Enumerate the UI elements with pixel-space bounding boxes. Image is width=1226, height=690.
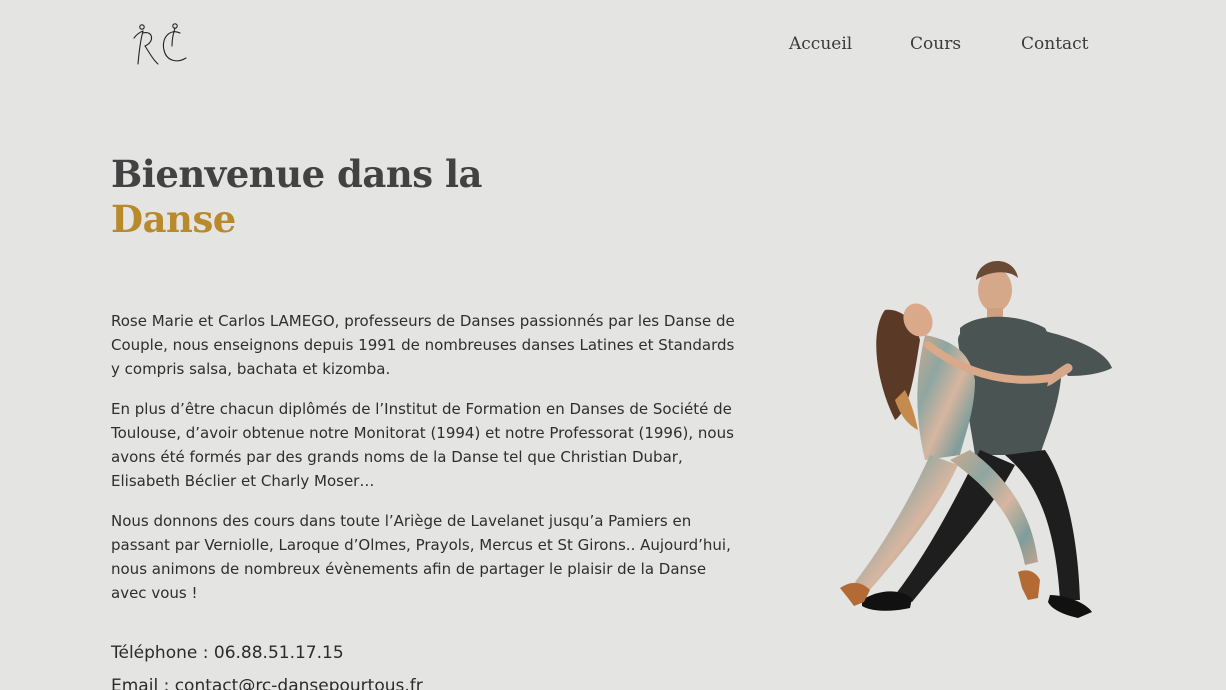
intro-paragraph-1: Rose Marie et Carlos LAMEGO, professeurs… <box>111 312 735 378</box>
intro-paragraph-2: En plus d’être chacun diplômés de l’Inst… <box>111 400 734 490</box>
dancing-couple-photo <box>840 260 1112 618</box>
page-title: Bienvenue dans la Danse <box>111 152 483 242</box>
nav-link-contact[interactable]: Contact <box>1021 34 1089 54</box>
page-title-line1: Bienvenue dans la <box>111 152 483 196</box>
intro-paragraph-3: Nous donnons des cours dans toute l’Ariè… <box>111 512 731 602</box>
main-nav: Accueil Cours Contact <box>0 34 1226 58</box>
nav-link-accueil[interactable]: Accueil <box>789 34 852 54</box>
email-text[interactable]: Email : contact@rc-dansepourtous.fr <box>111 670 423 690</box>
intro-text: Rose Marie et Carlos LAMEGO, professeurs… <box>111 309 735 621</box>
phone-text: Téléphone : 06.88.51.17.15 <box>111 643 344 663</box>
contact-info: Téléphone : 06.88.51.17.15 Email : conta… <box>111 637 423 690</box>
nav-link-cours[interactable]: Cours <box>910 34 961 54</box>
page-title-accent: Danse <box>111 197 236 241</box>
